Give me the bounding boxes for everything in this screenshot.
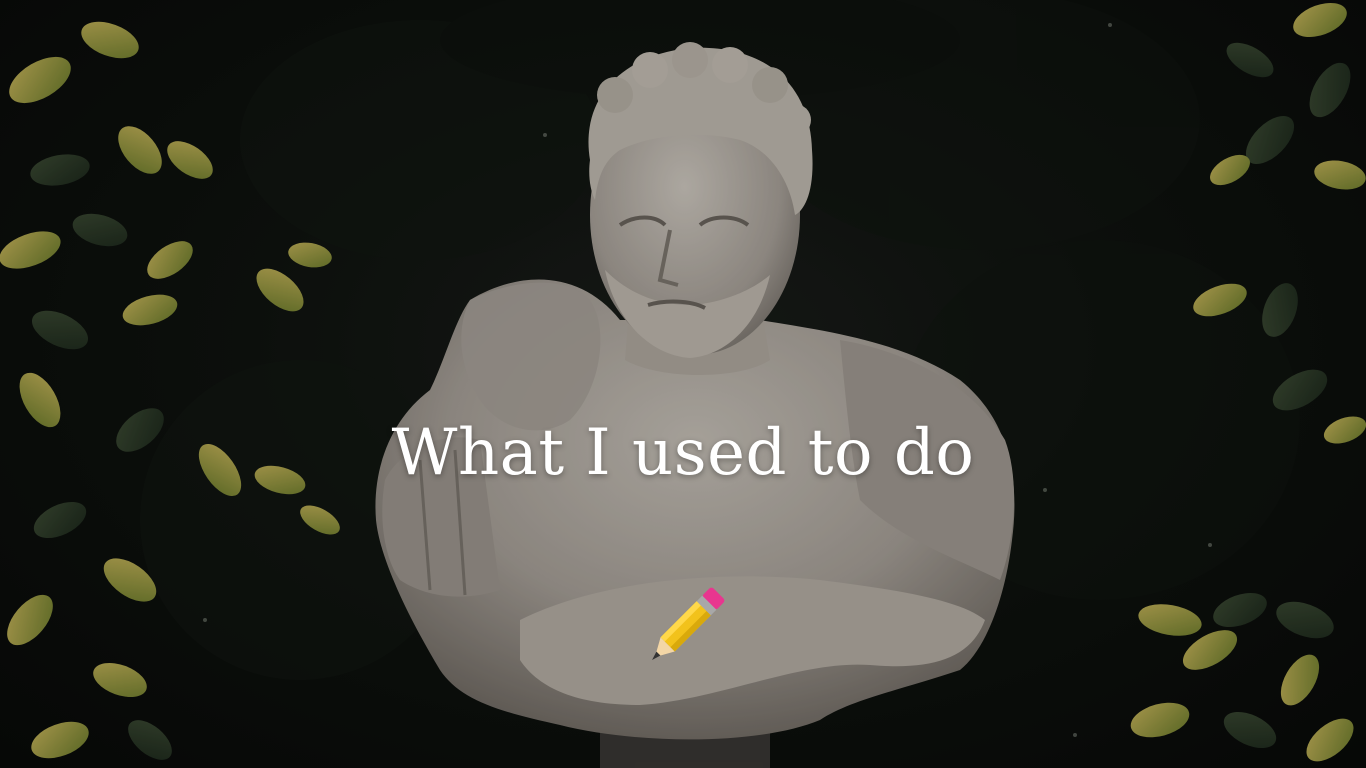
slide: What I used to do [0,0,1366,768]
slide-title: What I used to do [391,416,975,490]
pencil-icon [652,587,725,660]
